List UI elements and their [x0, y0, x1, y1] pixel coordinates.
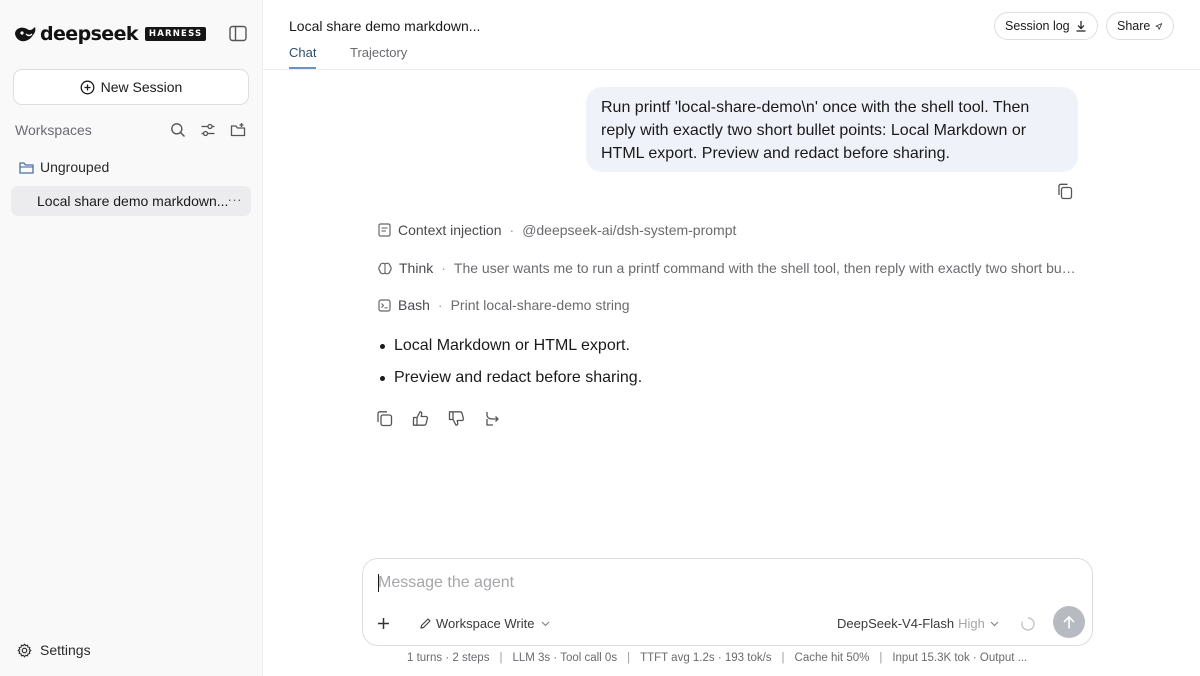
chevron-down-icon — [990, 621, 999, 626]
thumbs-up-icon[interactable] — [412, 410, 429, 427]
new-folder-icon[interactable] — [230, 122, 246, 138]
new-session-button[interactable]: New Session — [13, 69, 249, 105]
search-icon[interactable] — [170, 122, 186, 138]
list-item: Preview and redact before sharing. — [380, 367, 642, 399]
status-timing: LLM 3s · Tool call 0s — [512, 652, 618, 664]
download-icon — [1076, 21, 1086, 32]
tab-chat[interactable]: Chat — [289, 45, 317, 69]
assistant-reply: Local Markdown or HTML export. Preview a… — [380, 335, 642, 399]
pencil-icon — [420, 618, 431, 629]
step-detail: The user wants me to run a printf comman… — [453, 260, 1078, 276]
list-item: Local Markdown or HTML export. — [380, 335, 642, 367]
more-options-icon[interactable]: ··· — [228, 193, 243, 206]
step-separator: · — [441, 260, 446, 276]
settings-button[interactable]: Settings — [17, 642, 91, 658]
plus-circle-icon — [80, 80, 95, 94]
composer: Workspace Write DeepSeek-V4-Flash High — [362, 558, 1093, 646]
step-name: Context injection — [398, 222, 502, 238]
status-turns: 1 turns · 2 steps — [407, 652, 490, 664]
share-button[interactable]: Share — [1106, 12, 1174, 40]
sidebar: deepseek HARNESS New Session Workspaces … — [0, 0, 263, 676]
arrow-up-icon — [1063, 615, 1075, 628]
status-bar: 1 turns · 2 steps | LLM 3s · Tool call 0s |… — [407, 652, 1047, 664]
tab-trajectory[interactable]: Trajectory — [350, 45, 407, 60]
page-title: Local share demo markdown... — [289, 18, 481, 34]
send-plane-icon — [1155, 22, 1163, 30]
step-detail: @deepseek-ai/dsh-system-prompt — [522, 222, 737, 238]
session-log-label: Session log — [1005, 19, 1070, 33]
workspace-mode-select[interactable]: Workspace Write — [419, 616, 554, 631]
gear-icon — [17, 643, 32, 657]
workspaces-heading: Workspaces — [15, 122, 92, 138]
copy-icon[interactable] — [376, 410, 393, 427]
send-button[interactable] — [1053, 606, 1085, 638]
new-session-label: New Session — [100, 79, 183, 95]
message-input[interactable] — [378, 572, 1078, 594]
step-separator: · — [437, 297, 443, 313]
step-context-injection[interactable]: Context injection · @deepseek-ai/dsh-sys… — [378, 222, 736, 238]
copy-message-icon[interactable] — [1057, 183, 1073, 200]
step-think[interactable]: Think · The user wants me to run a print… — [378, 260, 1078, 276]
status-divider: | — [781, 652, 785, 664]
text-caret — [378, 574, 379, 592]
model-label: DeepSeek-V4-Flash — [837, 616, 955, 631]
session-log-button[interactable]: Session log — [994, 12, 1098, 40]
model-select[interactable]: DeepSeek-V4-Flash High — [837, 616, 999, 631]
sidebar-toggle-icon[interactable] — [229, 25, 247, 42]
thumbs-down-icon[interactable] — [448, 410, 465, 427]
group-label: Ungrouped — [40, 159, 110, 175]
share-label: Share — [1117, 19, 1151, 33]
status-divider: | — [499, 652, 503, 664]
step-name: Bash — [398, 297, 430, 313]
document-icon — [378, 223, 391, 237]
branch-icon[interactable] — [484, 410, 501, 427]
status-throughput: TTFT avg 1.2s · 193 tok/s — [640, 652, 772, 664]
status-tokens: Input 15.3K tok · Output ... — [892, 652, 1028, 664]
group-ungrouped[interactable]: Ungrouped — [19, 159, 109, 175]
filter-sliders-icon[interactable] — [200, 122, 216, 138]
brand-name: deepseek — [40, 23, 139, 45]
step-detail: Print local-share-demo string — [450, 297, 630, 313]
workspaces-toolbar — [170, 122, 246, 138]
message-actions — [376, 410, 501, 427]
settings-label: Settings — [40, 642, 91, 658]
status-cache: Cache hit 50% — [794, 652, 870, 664]
folder-icon — [19, 161, 34, 174]
step-name: Think — [399, 260, 434, 276]
chat-header: Local share demo markdown... Chat Trajec… — [263, 0, 1200, 70]
step-bash[interactable]: Bash · Print local-share-demo string — [378, 297, 630, 313]
brand-badge: HARNESS — [144, 27, 207, 41]
chevron-down-icon — [541, 621, 549, 626]
status-divider: | — [627, 652, 631, 664]
whale-logo-icon — [15, 27, 36, 42]
status-divider: | — [879, 652, 883, 664]
mode-label: Workspace Write — [436, 616, 535, 631]
user-message-bubble: Run printf 'local-share-demo\n' once wit… — [586, 87, 1078, 172]
sidebar-session-item[interactable]: Local share demo markdown... ··· — [11, 186, 251, 216]
brand-logo[interactable]: deepseek HARNESS — [14, 23, 207, 45]
context-progress-icon[interactable] — [1020, 616, 1036, 632]
attach-plus-icon[interactable] — [375, 615, 392, 632]
session-label: Local share demo markdown... — [37, 193, 229, 209]
step-separator: · — [509, 222, 515, 238]
brain-icon — [378, 262, 392, 274]
effort-label: High — [958, 616, 985, 631]
terminal-icon — [378, 298, 391, 312]
